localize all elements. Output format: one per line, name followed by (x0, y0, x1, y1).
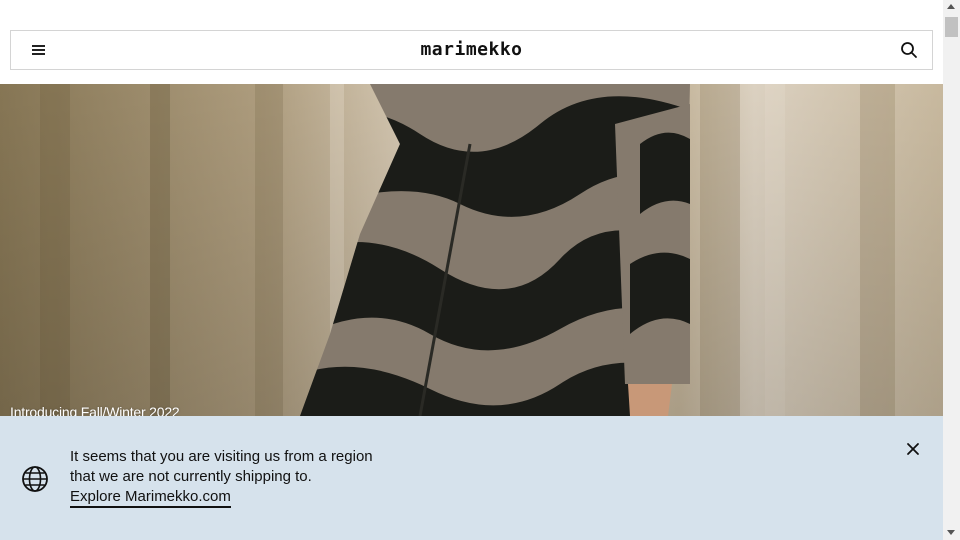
scrollbar-thumb[interactable] (945, 17, 958, 37)
search-button[interactable] (900, 41, 918, 59)
globe-icon (22, 466, 48, 492)
close-icon (907, 443, 919, 455)
explore-marimekko-link[interactable]: Explore Marimekko.com (70, 488, 231, 508)
hero-caption[interactable]: Introducing Fall/Winter 2022 (10, 404, 180, 416)
page-scrollbar[interactable] (943, 0, 960, 540)
site-header: marimekko (10, 30, 933, 70)
brand-logo[interactable]: marimekko (11, 39, 932, 60)
page: marimekko Introducing Fall/Winter 2022 I… (0, 0, 943, 540)
region-notice-line-2: that we are not currently shipping to. (70, 468, 312, 485)
scroll-down-arrow-icon[interactable] (947, 530, 955, 535)
region-notice-banner: It seems that you are visiting us from a… (0, 416, 943, 540)
scroll-up-arrow-icon[interactable] (947, 4, 955, 9)
hero-image (0, 84, 943, 416)
close-banner-button[interactable] (904, 440, 922, 458)
search-icon (901, 42, 917, 58)
region-notice-message: It seems that you are visiting us from a… (70, 447, 373, 508)
region-notice-line-1: It seems that you are visiting us from a… (70, 448, 373, 465)
hero-banner[interactable]: Introducing Fall/Winter 2022 (0, 84, 943, 416)
